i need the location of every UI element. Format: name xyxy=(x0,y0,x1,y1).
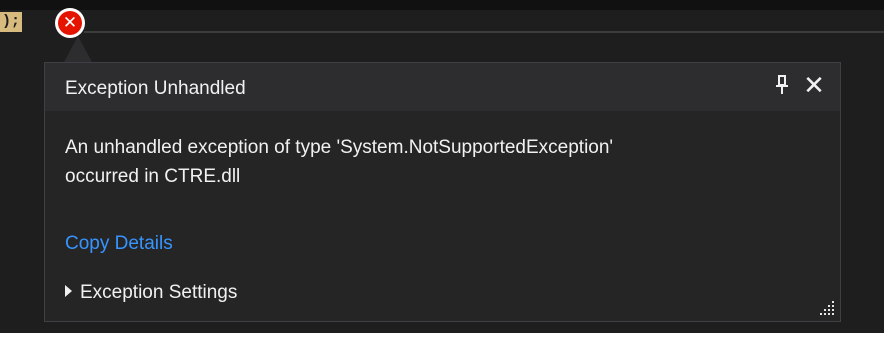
copy-details-link[interactable]: Copy Details xyxy=(65,233,173,255)
editor-top-border xyxy=(0,0,884,10)
exception-settings-toggle[interactable]: Exception Settings xyxy=(65,282,237,304)
pin-icon-glyph xyxy=(776,75,788,94)
popup-title: Exception Unhandled xyxy=(65,78,246,99)
error-x-icon[interactable]: ✕ xyxy=(55,8,85,38)
close-icon[interactable]: ✕ xyxy=(801,73,827,99)
exception-settings-label: Exception Settings xyxy=(80,282,238,303)
resize-grip-icon[interactable] xyxy=(820,301,834,315)
exception-popup: Exception Unhandled ✕ An unhandled excep… xyxy=(44,62,841,322)
current-line-marker xyxy=(84,31,884,33)
exception-message-line-2: occurred in CTRE.dll xyxy=(65,166,241,187)
exception-message: An unhandled exception of type 'System.N… xyxy=(65,133,805,191)
pin-icon[interactable] xyxy=(772,75,792,97)
error-x-symbol: ✕ xyxy=(58,11,82,35)
code-editor: ); ✕ Exception Unhandled ✕ An unhandled … xyxy=(0,0,884,333)
code-fragment[interactable]: ); xyxy=(0,12,22,32)
popup-pointer xyxy=(64,36,92,62)
exception-message-line-1: An unhandled exception of type 'System.N… xyxy=(65,137,614,158)
expand-triangle-icon xyxy=(65,285,72,297)
popup-header: Exception Unhandled ✕ xyxy=(45,63,840,111)
